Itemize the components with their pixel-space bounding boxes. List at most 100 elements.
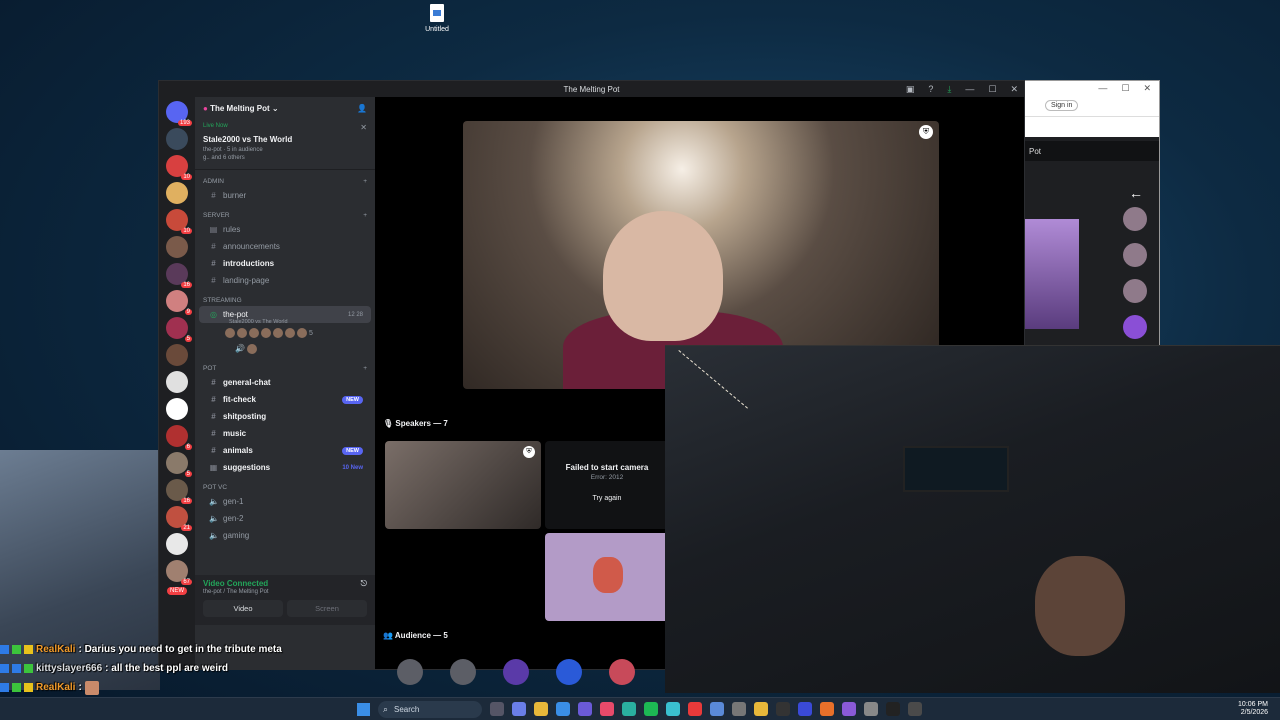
channel-suggestions[interactable]: ▦ suggestions 10 New <box>199 459 371 476</box>
plus-icon[interactable]: + <box>363 365 367 372</box>
calculator-icon[interactable] <box>732 702 746 716</box>
server-icon[interactable] <box>166 182 188 204</box>
avatar[interactable] <box>1123 315 1147 339</box>
server-icon[interactable]: 16 <box>166 263 192 288</box>
task-view-icon[interactable] <box>490 702 504 716</box>
server-icon[interactable]: 5 <box>166 317 192 342</box>
category-pot-vc[interactable]: pot vc <box>195 476 375 493</box>
try-again-button[interactable]: Try again <box>545 495 669 502</box>
voice-location[interactable]: the-pot / The Melting Pot <box>203 589 367 595</box>
avatar[interactable] <box>225 328 235 338</box>
signin-button[interactable]: Sign in <box>1045 100 1079 111</box>
add-member-icon[interactable]: 👤 <box>357 104 367 113</box>
category-pot[interactable]: pot + <box>195 357 375 374</box>
close-icon[interactable]: ✕ <box>1143 83 1151 94</box>
channel-announcements[interactable]: # announcements <box>199 238 371 255</box>
store-icon[interactable] <box>556 702 570 716</box>
category-streaming[interactable]: streaming <box>195 289 375 306</box>
video-button[interactable]: Video <box>203 600 283 617</box>
server-icon[interactable]: 10 <box>166 155 192 180</box>
edge-icon[interactable] <box>622 702 636 716</box>
avatar[interactable] <box>1123 243 1147 267</box>
inbox-icon[interactable]: ▣ <box>906 84 915 95</box>
avatar[interactable] <box>273 328 283 338</box>
plus-icon[interactable]: + <box>363 212 367 219</box>
channel-general-chat[interactable]: # general-chat <box>199 374 371 391</box>
live-stage-card[interactable]: Live Now ✕ Stale2000 vs The World the-po… <box>195 119 375 170</box>
opera-icon[interactable] <box>600 702 614 716</box>
avatar[interactable] <box>247 344 257 354</box>
avatar[interactable] <box>1123 279 1147 303</box>
taskbar-search[interactable]: Search <box>378 701 482 718</box>
copilot-icon[interactable] <box>512 702 526 716</box>
minimize-icon[interactable]: — <box>965 84 974 94</box>
avatar[interactable] <box>556 659 582 685</box>
close-icon[interactable]: ✕ <box>1010 84 1018 95</box>
avatar[interactable] <box>285 328 295 338</box>
channel-burner[interactable]: # burner <box>199 187 371 204</box>
channel-gen-1[interactable]: 🔈 gen-1 <box>199 493 371 510</box>
app-icon[interactable] <box>798 702 812 716</box>
desktop-file-icon[interactable]: Untitled <box>420 4 454 33</box>
avatar[interactable] <box>450 659 476 685</box>
system-clock[interactable]: 10:06 PM 2/5/2026 <box>1238 701 1268 717</box>
avatar[interactable] <box>503 659 529 685</box>
server-icon[interactable] <box>166 398 188 420</box>
avatar[interactable] <box>609 659 635 685</box>
server-icon[interactable] <box>166 533 188 555</box>
app-icon[interactable] <box>908 702 922 716</box>
channel-music[interactable]: # music <box>199 425 371 442</box>
channel-introductions[interactable]: # introductions <box>199 255 371 272</box>
server-icon[interactable]: 21 <box>166 506 192 531</box>
help-icon[interactable]: ? <box>928 84 933 94</box>
channel-rules[interactable]: ▤ rules <box>199 221 371 238</box>
disconnect-icon[interactable]: ⎋ <box>361 579 367 589</box>
channel-gaming[interactable]: 🔈 gaming <box>199 527 371 544</box>
teams-icon[interactable] <box>578 702 592 716</box>
chrome-icon[interactable] <box>754 702 768 716</box>
close-icon[interactable]: ✕ <box>360 123 367 132</box>
windows-start-icon[interactable] <box>357 703 370 716</box>
server-header[interactable]: ● The Melting Pot ⌄ 👤 <box>195 97 375 119</box>
avatar[interactable] <box>249 328 259 338</box>
download-icon[interactable]: ⤓ <box>947 84 951 95</box>
settings-icon[interactable] <box>864 702 878 716</box>
server-icon[interactable] <box>166 344 188 366</box>
channel-shitposting[interactable]: # shitposting <box>199 408 371 425</box>
server-icon[interactable]: 16 <box>166 479 192 504</box>
channel-fit-check[interactable]: # fit-check NEW <box>199 391 371 408</box>
channel-gen-2[interactable]: 🔈 gen-2 <box>199 510 371 527</box>
app-icon[interactable] <box>842 702 856 716</box>
server-icon[interactable]: 67 <box>166 560 192 585</box>
plus-icon[interactable]: + <box>363 178 367 185</box>
firefox-icon[interactable] <box>820 702 834 716</box>
server-icon[interactable]: 5 <box>166 452 192 477</box>
app-icon[interactable] <box>666 702 680 716</box>
avatar[interactable] <box>261 328 271 338</box>
avatar[interactable] <box>237 328 247 338</box>
server-icon[interactable] <box>166 128 188 150</box>
speaker-tile-avatar[interactable] <box>545 533 669 621</box>
maximize-icon[interactable]: ☐ <box>988 84 996 95</box>
speaker-tile[interactable]: ⛨ <box>385 441 541 529</box>
obs-icon[interactable] <box>886 702 900 716</box>
youtube-icon[interactable] <box>688 702 702 716</box>
avatar[interactable] <box>297 328 307 338</box>
video-connected-status[interactable]: Video Connected <box>203 579 268 589</box>
spotify-icon[interactable] <box>644 702 658 716</box>
server-icon[interactable]: 9 <box>166 290 192 315</box>
channel-animals[interactable]: # animals NEW <box>199 442 371 459</box>
avatar[interactable] <box>397 659 423 685</box>
server-icon[interactable]: 6 <box>166 425 192 450</box>
avatar[interactable] <box>1123 207 1147 231</box>
server-icon[interactable]: 10 <box>166 209 192 234</box>
server-icon[interactable]: 193 <box>166 101 192 126</box>
server-icon[interactable] <box>166 371 188 393</box>
screen-button[interactable]: Screen <box>287 600 367 617</box>
server-icon[interactable] <box>166 236 188 258</box>
minimize-icon[interactable]: — <box>1098 83 1107 93</box>
back-arrow-icon[interactable]: ← <box>1129 185 1143 201</box>
terminal-icon[interactable] <box>776 702 790 716</box>
category-server[interactable]: server + <box>195 204 375 221</box>
maximize-icon[interactable]: ☐ <box>1121 83 1129 94</box>
